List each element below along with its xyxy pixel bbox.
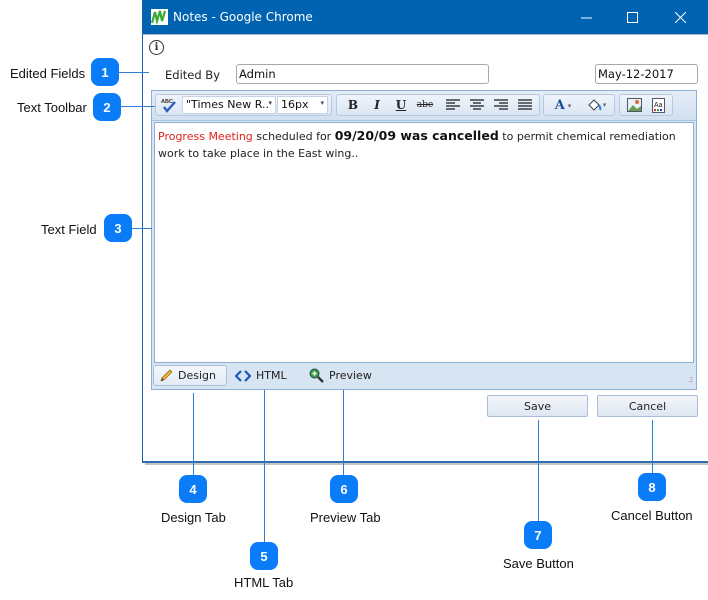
callout-label-html-tab: HTML Tab (234, 575, 294, 590)
strikethrough-button[interactable]: abe (415, 96, 435, 114)
window-title: Notes - Google Chrome (173, 10, 313, 24)
tab-label: Preview (329, 369, 372, 382)
align-left-icon (446, 99, 460, 110)
editor-tabs: Design HTML Preview .:⁝ (152, 363, 696, 389)
html-editor: ABC "Times New R.. ▾ 16px ▾ B I U abe A … (151, 90, 697, 390)
font-size-select[interactable]: 16px ▾ (277, 96, 328, 114)
align-center-button[interactable] (467, 96, 487, 114)
edited-by-field[interactable]: Admin (236, 64, 489, 84)
title-bar[interactable]: Notes - Google Chrome (143, 0, 708, 34)
spellcheck-icon: ABC (161, 99, 176, 113)
text-segment-red: Progress Meeting (158, 130, 253, 143)
callout-badge-5: 5 (250, 542, 278, 570)
insert-image-button[interactable] (624, 96, 644, 114)
text-field[interactable]: Progress Meeting scheduled for 09/20/09 … (154, 122, 694, 363)
font-family-select[interactable]: "Times New R.. ▾ (182, 96, 276, 114)
spellcheck-button[interactable]: ABC (158, 96, 180, 114)
justify-button[interactable] (515, 96, 535, 114)
bold-button[interactable]: B (343, 96, 363, 114)
align-right-icon (494, 99, 508, 110)
font-color-icon: A (554, 97, 565, 113)
callout-line (132, 228, 152, 229)
resize-grip-icon[interactable]: .:⁝ (688, 375, 693, 384)
svg-text:Aa: Aa (654, 102, 663, 109)
callout-line (343, 390, 344, 475)
tab-label: HTML (256, 369, 287, 382)
toolbar-group-insert: Aa (619, 94, 673, 116)
divider (143, 34, 708, 35)
callout-line (538, 420, 539, 521)
text-segment-bold: 09/20/09 was cancelled (334, 128, 499, 143)
date-field[interactable]: May-12-2017 (595, 64, 698, 84)
maximize-button[interactable] (609, 0, 655, 34)
font-family-value: "Times New R.. (186, 98, 269, 111)
callout-label-text-toolbar: Text Toolbar (17, 100, 87, 115)
cancel-button[interactable]: Cancel (597, 395, 698, 417)
callout-label-edited-fields: Edited Fields (10, 66, 86, 81)
font-color-button[interactable]: A ▾ (548, 96, 578, 114)
maximize-icon (626, 11, 638, 23)
style-button[interactable]: Aa (648, 96, 668, 114)
paint-bucket-icon (588, 99, 602, 111)
callout-line (119, 72, 149, 73)
info-icon[interactable]: i (149, 40, 164, 55)
app-logo-icon (151, 9, 168, 25)
callout-badge-2: 2 (93, 93, 121, 121)
align-left-button[interactable] (443, 96, 463, 114)
callout-badge-1: 1 (91, 58, 119, 86)
callout-label-text-field: Text Field (41, 222, 97, 237)
tab-design[interactable]: Design (153, 365, 227, 386)
callout-badge-7: 7 (524, 521, 552, 549)
callout-line (652, 420, 653, 473)
toolbar-group-font: ABC "Times New R.. ▾ 16px ▾ (155, 94, 332, 116)
toolbar-group-format: B I U abe (336, 94, 540, 116)
image-icon (626, 98, 642, 112)
font-size-value: 16px (281, 98, 309, 111)
magnifier-icon (309, 368, 324, 383)
chevron-down-icon: ▾ (567, 100, 572, 110)
save-button[interactable]: Save (487, 395, 588, 417)
minimize-button[interactable] (563, 0, 609, 34)
callout-line (193, 393, 194, 475)
chevron-down-icon: ▾ (602, 102, 607, 109)
callout-badge-4: 4 (179, 475, 207, 503)
callout-line (121, 106, 155, 107)
align-right-button[interactable] (491, 96, 511, 114)
callout-badge-3: 3 (104, 214, 132, 242)
window-shadow (145, 463, 708, 465)
pencil-icon (159, 369, 173, 383)
callout-label-save-button: Save Button (503, 556, 574, 571)
svg-text:ABC: ABC (161, 99, 173, 105)
callout-label-design-tab: Design Tab (161, 510, 226, 525)
callout-line (264, 390, 265, 542)
callout-badge-8: 8 (638, 473, 666, 501)
text-toolbar: ABC "Times New R.. ▾ 16px ▾ B I U abe A … (152, 91, 696, 121)
close-button[interactable] (657, 0, 703, 34)
tab-html[interactable]: HTML (230, 365, 292, 386)
minimize-icon (580, 17, 592, 18)
justify-icon (518, 99, 532, 110)
callout-label-preview-tab: Preview Tab (310, 510, 381, 525)
toolbar-group-color: A ▾ ▾ (543, 94, 615, 116)
callout-badge-6: 6 (330, 475, 358, 503)
tab-label: Design (178, 369, 216, 382)
notes-window: Notes - Google Chrome i Edited By Admin … (142, 0, 708, 463)
close-icon (674, 11, 686, 23)
text-segment: scheduled for (252, 130, 335, 143)
chevron-down-icon: ▾ (320, 99, 324, 107)
tab-preview[interactable]: Preview (304, 365, 377, 386)
code-icon (235, 369, 251, 382)
align-center-icon (470, 99, 484, 110)
highlight-color-button[interactable]: ▾ (580, 96, 612, 114)
underline-button[interactable]: U (391, 96, 411, 114)
chevron-down-icon: ▾ (268, 99, 272, 107)
edited-by-label: Edited By (165, 68, 220, 82)
callout-label-cancel-button: Cancel Button (611, 508, 693, 523)
italic-button[interactable]: I (367, 96, 387, 114)
style-icon: Aa (651, 97, 665, 113)
